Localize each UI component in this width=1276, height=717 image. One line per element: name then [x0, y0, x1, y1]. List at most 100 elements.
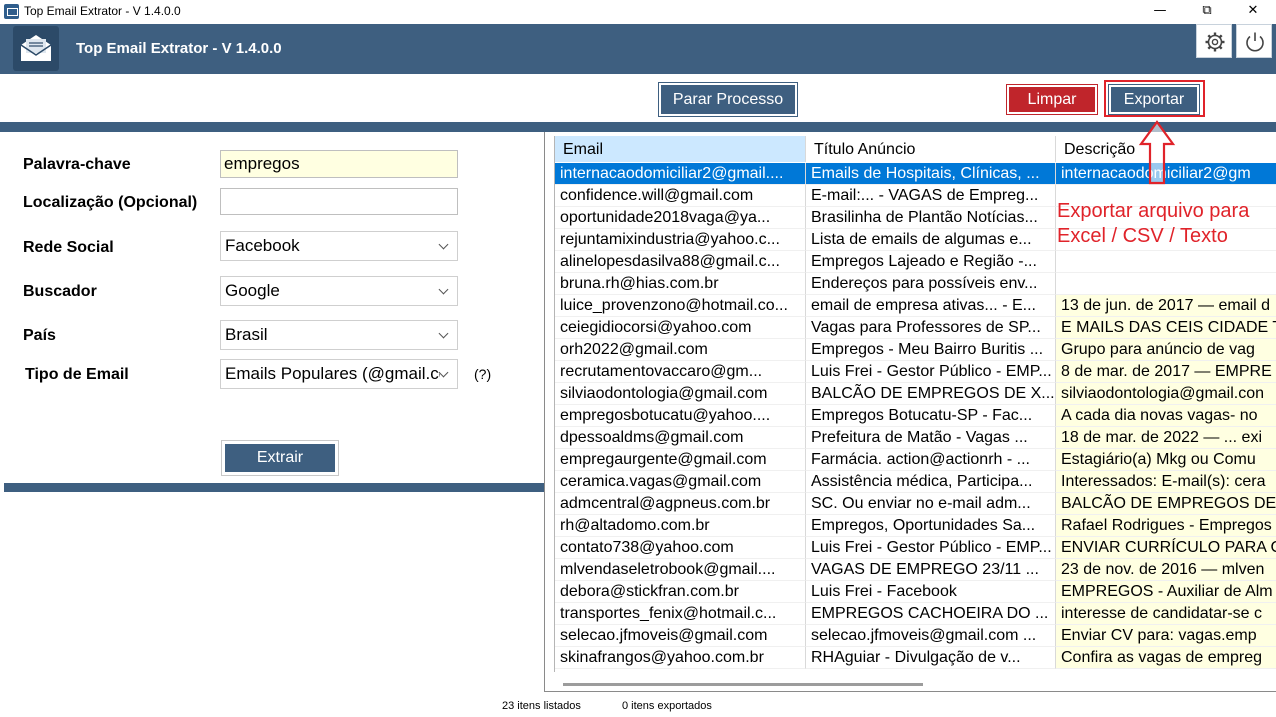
location-input[interactable]: [220, 188, 458, 215]
description-cell[interactable]: silviaodontologia@gmail.con: [1056, 383, 1276, 405]
email-cell[interactable]: empregaurgente@gmail.com: [555, 449, 806, 471]
email-cell[interactable]: debora@stickfran.com.br: [555, 581, 806, 603]
description-cell[interactable]: [1056, 273, 1276, 295]
email-cell[interactable]: transportes_fenix@hotmail.c...: [555, 603, 806, 625]
description-cell[interactable]: Estagiário(a) Mkg ou Comu: [1056, 449, 1276, 471]
title-cell[interactable]: Empregos - Meu Bairro Buritis ...: [806, 339, 1056, 361]
table-row[interactable]: recrutamentovaccaro@gm... Luis Frei - Ges…: [555, 361, 1276, 383]
keyword-input[interactable]: empregos: [220, 150, 458, 178]
email-cell[interactable]: rejuntamixindustria@yahoo.c...: [555, 229, 806, 251]
table-row[interactable]: ceiegidiocorsi@yahoo.com Vagas para Profe…: [555, 317, 1276, 339]
title-cell[interactable]: Luis Frei - Facebook: [806, 581, 1056, 603]
minimize-button[interactable]: —: [1137, 0, 1183, 24]
table-row[interactable]: debora@stickfran.com.br Luis Frei - Faceb…: [555, 581, 1276, 603]
email-cell[interactable]: mlvendaseletrobook@gmail....: [555, 559, 806, 581]
description-cell[interactable]: Interessados: E-mail(s): cera: [1056, 471, 1276, 493]
title-cell[interactable]: Luis Frei - Gestor Público - EMP...: [806, 537, 1056, 559]
title-cell[interactable]: Emails de Hospitais, Clínicas, ...: [806, 163, 1056, 185]
title-cell[interactable]: Empregos, Oportunidades Sa...: [806, 515, 1056, 537]
title-cell[interactable]: Empregos Botucatu-SP - Fac...: [806, 405, 1056, 427]
title-cell[interactable]: Endereços para possíveis env...: [806, 273, 1056, 295]
email-cell[interactable]: skinafrangos@yahoo.com.br: [555, 647, 806, 669]
table-row[interactable]: contato738@yahoo.com Luis Frei - Gestor P…: [555, 537, 1276, 559]
table-row[interactable]: mlvendaseletrobook@gmail.... VAGAS DE EMP…: [555, 559, 1276, 581]
title-cell[interactable]: Empregos Lajeado e Região -...: [806, 251, 1056, 273]
email-cell[interactable]: ceiegidiocorsi@yahoo.com: [555, 317, 806, 339]
table-row[interactable]: dpessoaldms@gmail.com Prefeitura de Matão…: [555, 427, 1276, 449]
description-cell[interactable]: Rafael Rodrigues - Empregos: [1056, 515, 1276, 537]
description-cell[interactable]: interesse de candidatar-se c: [1056, 603, 1276, 625]
email-cell[interactable]: silviaodontologia@gmail.com: [555, 383, 806, 405]
search-engine-select[interactable]: Google: [220, 276, 458, 306]
email-cell[interactable]: contato738@yahoo.com: [555, 537, 806, 559]
social-network-select[interactable]: Facebook: [220, 231, 458, 261]
description-cell[interactable]: 18 de mar. de 2022 — ... exi: [1056, 427, 1276, 449]
email-cell[interactable]: admcentral@agpneus.com.br: [555, 493, 806, 515]
description-cell[interactable]: ENVIAR CURRÍCULO PARA C: [1056, 537, 1276, 559]
title-cell[interactable]: email de empresa ativas... - E...: [806, 295, 1056, 317]
title-cell[interactable]: EMPREGOS CACHOEIRA DO ...: [806, 603, 1056, 625]
power-button[interactable]: [1236, 24, 1272, 58]
email-cell[interactable]: recrutamentovaccaro@gm...: [555, 361, 806, 383]
title-cell[interactable]: VAGAS DE EMPREGO 23/11 ...: [806, 559, 1056, 581]
export-button[interactable]: Exportar: [1108, 84, 1200, 115]
email-cell[interactable]: rh@altadomo.com.br: [555, 515, 806, 537]
description-cell[interactable]: 13 de jun. de 2017 — email d: [1056, 295, 1276, 317]
help-icon[interactable]: (?): [474, 366, 491, 382]
email-cell[interactable]: selecao.jfmoveis@gmail.com: [555, 625, 806, 647]
description-cell[interactable]: [1056, 251, 1276, 273]
description-cell[interactable]: A cada dia novas vagas- no: [1056, 405, 1276, 427]
description-cell[interactable]: 23 de nov. de 2016 — mlven: [1056, 559, 1276, 581]
table-row[interactable]: silviaodontologia@gmail.com BALCÃO DE EMP…: [555, 383, 1276, 405]
settings-button[interactable]: [1196, 24, 1232, 58]
table-row[interactable]: selecao.jfmoveis@gmail.com selecao.jfmove…: [555, 625, 1276, 647]
horizontal-scrollbar[interactable]: [563, 683, 923, 686]
column-header-title[interactable]: Título Anúncio: [806, 136, 1056, 162]
email-cell[interactable]: confidence.will@gmail.com: [555, 185, 806, 207]
title-cell[interactable]: selecao.jfmoveis@gmail.com ...: [806, 625, 1056, 647]
description-cell[interactable]: Grupo para anúncio de vag: [1056, 339, 1276, 361]
description-cell[interactable]: 8 de mar. de 2017 — EMPRE: [1056, 361, 1276, 383]
country-select[interactable]: Brasil: [220, 320, 458, 350]
title-cell[interactable]: BALCÃO DE EMPREGOS DE X...: [806, 383, 1056, 405]
description-cell[interactable]: Confira as vagas de empreg: [1056, 647, 1276, 669]
title-cell[interactable]: Prefeitura de Matão - Vagas ...: [806, 427, 1056, 449]
description-cell[interactable]: EMPREGOS - Auxiliar de Alm: [1056, 581, 1276, 603]
email-cell[interactable]: oportunidade2018vaga@ya...: [555, 207, 806, 229]
description-cell[interactable]: BALCÃO DE EMPREGOS DE: [1056, 493, 1276, 515]
maximize-button[interactable]: ⧉: [1184, 0, 1230, 24]
table-row[interactable]: transportes_fenix@hotmail.c... EMPREGOS C…: [555, 603, 1276, 625]
extract-button[interactable]: Extrair: [221, 440, 339, 476]
title-cell[interactable]: Vagas para Professores de SP...: [806, 317, 1056, 339]
table-row[interactable]: skinafrangos@yahoo.com.br RHAguiar - Divu…: [555, 647, 1276, 669]
table-row[interactable]: admcentral@agpneus.com.br SC. Ou enviar n…: [555, 493, 1276, 515]
email-cell[interactable]: luice_provenzono@hotmail.co...: [555, 295, 806, 317]
table-row[interactable]: rh@altadomo.com.br Empregos, Oportunidade…: [555, 515, 1276, 537]
table-row[interactable]: alinelopesdasilva88@gmail.c... Empregos L…: [555, 251, 1276, 273]
table-row[interactable]: empregosbotucatu@yahoo.... Empregos Botuc…: [555, 405, 1276, 427]
table-row[interactable]: bruna.rh@hias.com.br Endereços para possí…: [555, 273, 1276, 295]
table-row[interactable]: luice_provenzono@hotmail.co... email de e…: [555, 295, 1276, 317]
email-cell[interactable]: empregosbotucatu@yahoo....: [555, 405, 806, 427]
column-header-email[interactable]: Email: [555, 136, 806, 162]
email-cell[interactable]: orh2022@gmail.com: [555, 339, 806, 361]
clear-button[interactable]: Limpar: [1006, 84, 1098, 115]
title-cell[interactable]: Farmácia. action@actionrh - ...: [806, 449, 1056, 471]
table-row[interactable]: empregaurgente@gmail.com Farmácia. action…: [555, 449, 1276, 471]
title-cell[interactable]: SC. Ou enviar no e-mail adm...: [806, 493, 1056, 515]
email-cell[interactable]: bruna.rh@hias.com.br: [555, 273, 806, 295]
email-cell[interactable]: dpessoaldms@gmail.com: [555, 427, 806, 449]
email-cell[interactable]: internacaodomiciliar2@gmail....: [555, 163, 806, 185]
email-type-select[interactable]: Emails Populares (@gmail.com: [220, 359, 458, 389]
title-cell[interactable]: Lista de emails de algumas e...: [806, 229, 1056, 251]
email-cell[interactable]: alinelopesdasilva88@gmail.c...: [555, 251, 806, 273]
close-button[interactable]: ✕: [1230, 0, 1276, 24]
title-cell[interactable]: RHAguiar - Divulgação de v...: [806, 647, 1056, 669]
stop-process-button[interactable]: Parar Processo: [658, 82, 798, 117]
table-row[interactable]: orh2022@gmail.com Empregos - Meu Bairro B…: [555, 339, 1276, 361]
description-cell[interactable]: E MAILS DAS CEIS CIDADE T: [1056, 317, 1276, 339]
email-cell[interactable]: ceramica.vagas@gmail.com: [555, 471, 806, 493]
title-cell[interactable]: Luis Frei - Gestor Público - EMP...: [806, 361, 1056, 383]
title-cell[interactable]: Assistência médica, Participa...: [806, 471, 1056, 493]
description-cell[interactable]: Enviar CV para: vagas.emp: [1056, 625, 1276, 647]
